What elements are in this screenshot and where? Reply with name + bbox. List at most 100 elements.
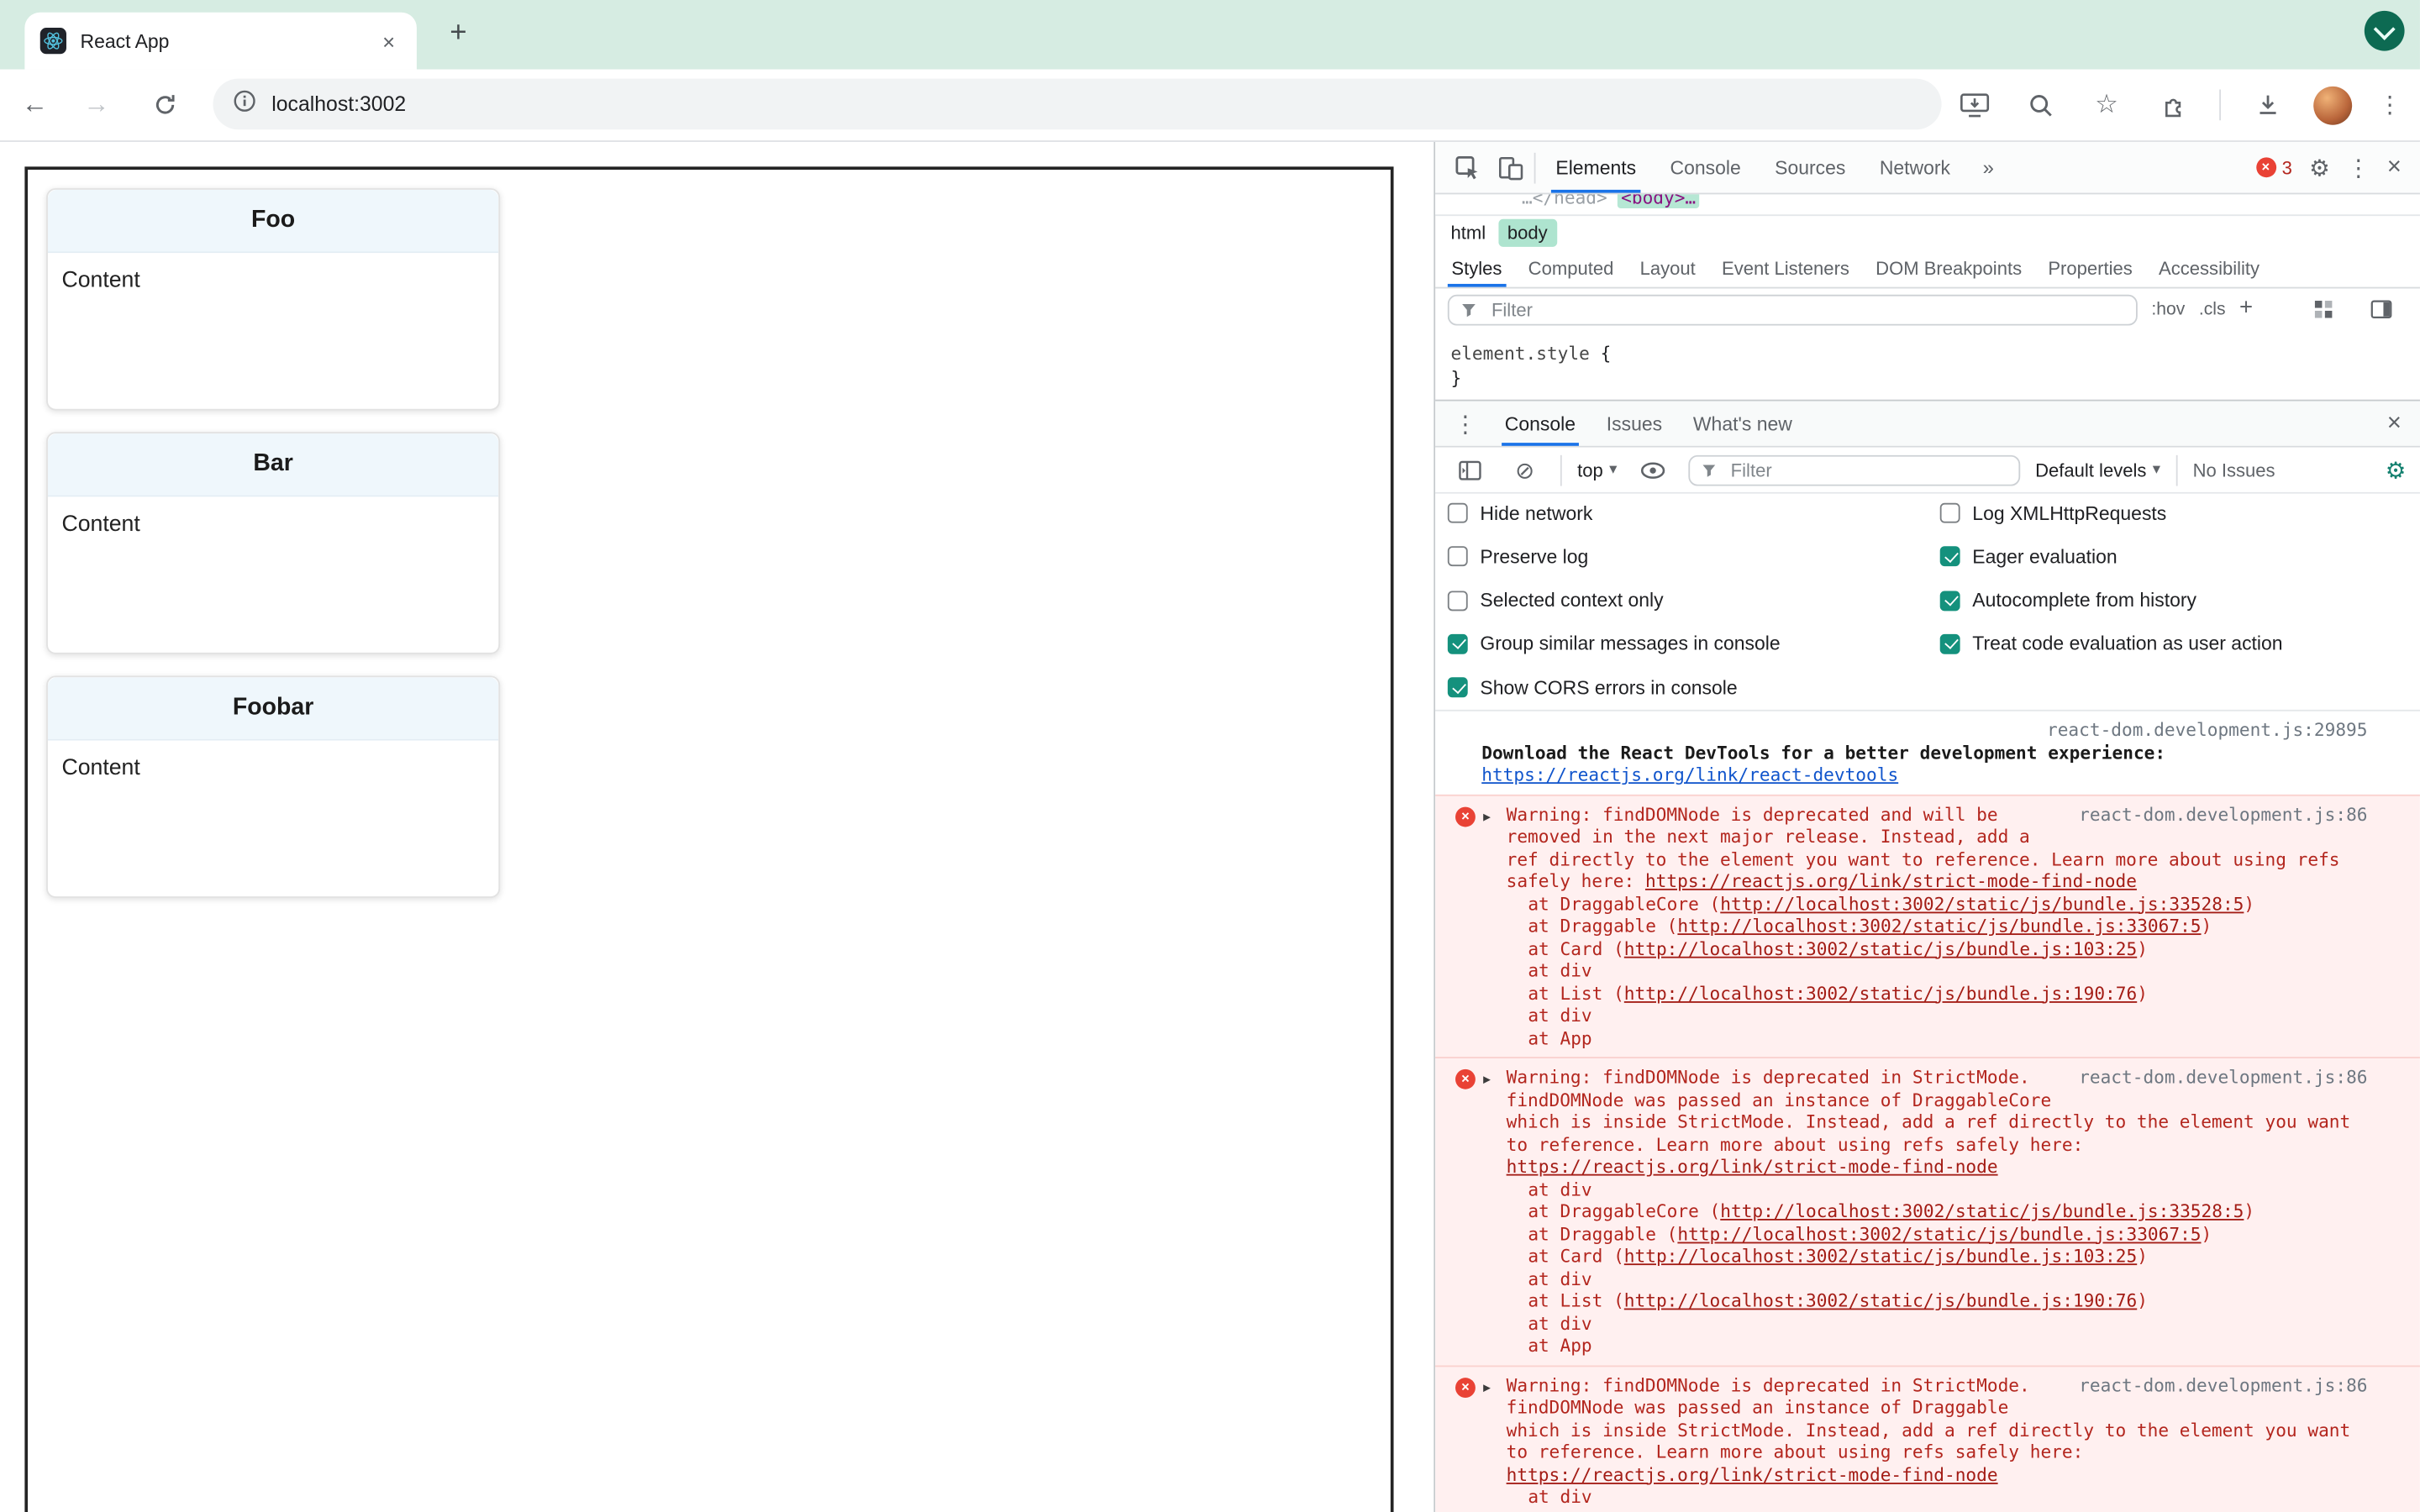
console-filter-field[interactable] xyxy=(1728,457,2008,482)
console-message: react-dom.development.js:29895 Download t… xyxy=(1435,711,2420,795)
console-setting-checkbox[interactable]: Log XMLHttpRequests xyxy=(1939,501,2283,525)
console-setting-checkbox[interactable]: Autocomplete from history xyxy=(1939,589,2283,612)
levels-label: Default levels xyxy=(2035,459,2147,481)
browser-tab[interactable]: React App × xyxy=(24,12,417,70)
search-icon[interactable] xyxy=(2020,85,2060,125)
message-link[interactable]: https://reactjs.org/link/react-devtools xyxy=(1481,764,1898,785)
forward-button[interactable]: → xyxy=(83,90,109,121)
message-link[interactable]: https://reactjs.org/link/strict-mode-fin… xyxy=(1507,1463,1998,1485)
live-expression-eye-icon[interactable] xyxy=(1633,449,1673,490)
dom-selected-node[interactable]: <body>… xyxy=(1618,194,1699,208)
message-source-link[interactable]: react-dom.development.js:86 xyxy=(2079,1066,2367,1089)
stack-frame-link[interactable]: http://localhost:3002/static/js/bundle.j… xyxy=(1720,1200,2244,1222)
error-badge[interactable]: × 3 xyxy=(2255,156,2292,178)
tab-console[interactable]: Console xyxy=(1489,402,1591,446)
tab-elements[interactable]: Elements xyxy=(1539,142,1653,193)
tab-search-button[interactable] xyxy=(2364,10,2405,51)
tab-dom-breakpoints[interactable]: DOM Breakpoints xyxy=(1863,249,2035,287)
message-source-link[interactable]: react-dom.development.js:86 xyxy=(2079,803,2367,826)
styles-filter-field[interactable] xyxy=(1488,297,2126,322)
tab-accessibility[interactable]: Accessibility xyxy=(2145,249,2272,287)
expand-caret-icon[interactable]: ▶ xyxy=(1483,1069,1491,1092)
checkbox-label: Group similar messages in console xyxy=(1480,633,1781,655)
back-button[interactable]: ← xyxy=(22,90,48,121)
devtools-settings-icon[interactable]: ⚙ xyxy=(2309,154,2330,181)
stack-frame-link[interactable]: http://localhost:3002/static/js/bundle.j… xyxy=(1624,1245,2137,1267)
stack-frame-link[interactable]: http://localhost:3002/static/js/bundle.j… xyxy=(1677,1223,2201,1245)
drawer-close-icon[interactable]: × xyxy=(2387,410,2402,436)
element-style-selector[interactable]: element.style xyxy=(1450,343,1589,365)
devtools-menu-icon[interactable]: ⋮ xyxy=(2347,154,2370,181)
bookmark-star-icon[interactable]: ☆ xyxy=(2086,85,2127,125)
console-setting-checkbox[interactable]: Show CORS errors in console xyxy=(1447,676,1781,700)
stack-frame-link[interactable]: http://localhost:3002/static/js/bundle.j… xyxy=(1720,893,2244,915)
class-toggle[interactable]: .cls xyxy=(2199,300,2226,318)
console-setting-checkbox[interactable]: Eager evaluation xyxy=(1939,545,2283,569)
dom-tree-clipped[interactable]: …</head> <body>… xyxy=(1435,194,2420,215)
stack-frame-link[interactable]: http://localhost:3002/static/js/bundle.j… xyxy=(1720,1508,2244,1512)
browser-menu-icon[interactable]: ⋮ xyxy=(2378,91,2402,118)
devtools-close-icon[interactable]: × xyxy=(2387,154,2402,181)
extensions-puzzle-icon[interactable] xyxy=(2153,85,2193,125)
clear-console-icon[interactable]: ⊘ xyxy=(1505,449,1545,490)
console-settings-icon[interactable]: ⚙ xyxy=(2386,456,2407,484)
expand-caret-icon[interactable]: ▶ xyxy=(1483,1377,1491,1399)
more-tabs-button[interactable]: » xyxy=(1970,156,2007,180)
tab-network[interactable]: Network xyxy=(1863,142,1968,193)
stack-frame-link[interactable]: http://localhost:3002/static/js/bundle.j… xyxy=(1677,915,2201,937)
console-sidebar-icon[interactable] xyxy=(1449,449,1490,490)
tab-event-listeners[interactable]: Event Listeners xyxy=(1708,249,1862,287)
tab-properties[interactable]: Properties xyxy=(2035,249,2146,287)
log-levels-dropdown[interactable]: Default levels ▾ xyxy=(2035,459,2160,480)
console-setting-checkbox[interactable]: Preserve log xyxy=(1447,545,1781,569)
profile-avatar[interactable] xyxy=(2313,85,2353,124)
tab-close-icon[interactable]: × xyxy=(376,27,402,55)
stack-frame-link[interactable]: http://localhost:3002/static/js/bundle.j… xyxy=(1624,982,2137,1004)
console-message: react-dom.development.js:86 × ▶ Warning: fi… xyxy=(1435,793,2420,1058)
styles-filter-input[interactable] xyxy=(1447,293,2138,325)
message-link[interactable]: https://reactjs.org/link/strict-mode-fin… xyxy=(1507,1156,1998,1178)
downloads-icon[interactable] xyxy=(2247,85,2287,125)
execution-context-selector[interactable]: top ▾ xyxy=(1577,459,1617,480)
console-setting-checkbox[interactable]: Hide network xyxy=(1447,501,1781,525)
message-link[interactable]: https://reactjs.org/link/strict-mode-fin… xyxy=(1645,870,2137,892)
issues-counter[interactable]: No Issues xyxy=(2193,459,2275,480)
tab-what-s-new[interactable]: What's new xyxy=(1678,402,1808,446)
drawer-menu-icon[interactable]: ⋮ xyxy=(1444,410,1486,437)
tab-issues[interactable]: Issues xyxy=(1591,402,1677,446)
tab-styles[interactable]: Styles xyxy=(1439,249,1515,287)
devtools-tabs: Elements Console Sources Network xyxy=(1539,142,1967,193)
checkbox-checked-icon xyxy=(1447,677,1468,698)
message-source-link[interactable]: react-dom.development.js:86 xyxy=(2079,1374,2367,1397)
brace-close: } xyxy=(1450,367,1462,389)
new-style-rule-button[interactable]: + xyxy=(2239,295,2253,321)
stack-frame-link[interactable]: http://localhost:3002/static/js/bundle.j… xyxy=(1624,1289,2137,1311)
console-setting-checkbox[interactable]: Group similar messages in console xyxy=(1447,633,1781,656)
dock-sidebar-icon[interactable] xyxy=(2361,289,2402,329)
site-info-icon[interactable] xyxy=(233,89,256,120)
new-tab-button[interactable]: + xyxy=(439,14,479,55)
tab-sources[interactable]: Sources xyxy=(1758,142,1863,193)
install-app-icon[interactable] xyxy=(1954,85,1994,125)
console-setting-checkbox[interactable]: Selected context only xyxy=(1447,589,1781,612)
device-toolbar-icon[interactable] xyxy=(1491,147,1531,187)
breadcrumb-body[interactable]: body xyxy=(1497,218,1557,246)
inspect-element-icon[interactable] xyxy=(1448,147,1488,187)
tab-layout[interactable]: Layout xyxy=(1627,249,1708,287)
tab-console[interactable]: Console xyxy=(1653,142,1758,193)
expand-caret-icon[interactable]: ▶ xyxy=(1483,806,1491,829)
console-setting-checkbox[interactable]: Treat code evaluation as user action xyxy=(1939,633,2283,656)
checkbox-unchecked-icon xyxy=(1447,502,1468,523)
url-bar[interactable]: localhost:3002 xyxy=(213,78,1942,130)
styles-editor[interactable]: element.style { } xyxy=(1435,330,2420,400)
reload-button[interactable] xyxy=(145,85,186,125)
message-source-link[interactable]: react-dom.development.js:29895 xyxy=(2047,719,2368,741)
stack-frame-link[interactable]: http://localhost:3002/static/js/bundle.j… xyxy=(1624,937,2137,959)
breadcrumb-html[interactable]: html xyxy=(1441,218,1495,246)
page-content: Foo Content Bar Content Foobar Content xyxy=(0,141,1434,1512)
drawer-tabs: Console Issues What's new xyxy=(1489,402,1807,446)
tab-computed[interactable]: Computed xyxy=(1515,249,1627,287)
pseudo-state-toggle[interactable]: :hov xyxy=(2151,300,2185,318)
console-filter-input[interactable] xyxy=(1687,454,2020,486)
computed-grid-icon[interactable] xyxy=(2302,289,2343,329)
